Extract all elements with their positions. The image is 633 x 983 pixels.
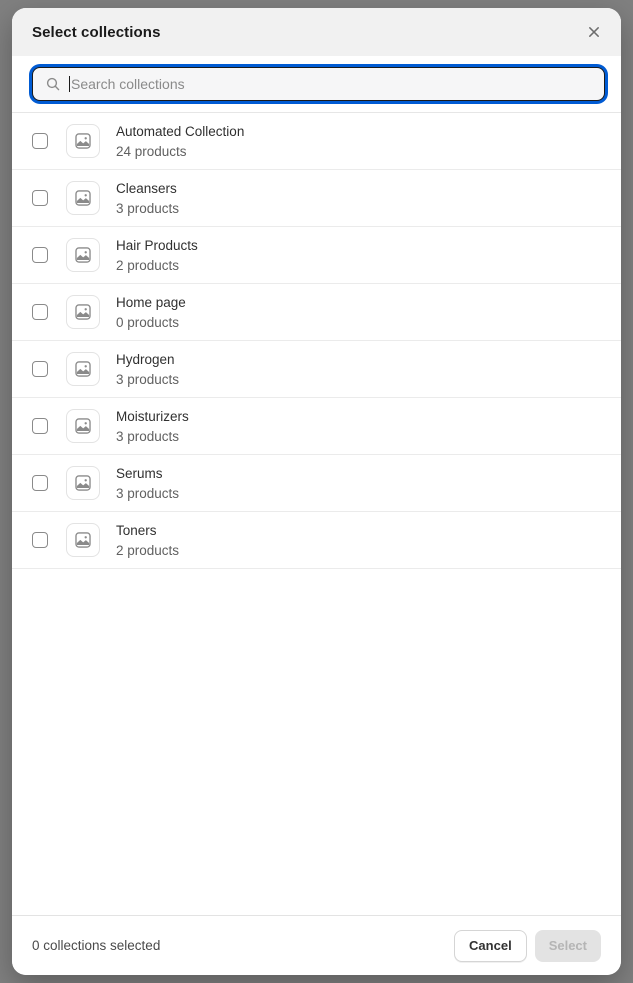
list-item-text: Toners 2 products bbox=[116, 522, 179, 559]
image-placeholder-icon bbox=[66, 352, 100, 386]
list-item-subtitle: 24 products bbox=[116, 143, 187, 159]
list-item-text: Moisturizers 3 products bbox=[116, 408, 189, 445]
list-item[interactable]: Moisturizers 3 products bbox=[12, 398, 621, 455]
list-item-subtitle: 3 products bbox=[116, 200, 180, 216]
list-item[interactable]: Home page 0 products bbox=[12, 284, 621, 341]
list-item-title: Automated Collection bbox=[116, 123, 245, 139]
search-input[interactable] bbox=[71, 68, 592, 100]
list-item-subtitle: 0 products bbox=[116, 314, 180, 330]
list-item-text: Hydrogen 3 products bbox=[116, 351, 179, 388]
image-placeholder-icon bbox=[66, 181, 100, 215]
list-item-text: Cleansers 3 products bbox=[116, 180, 179, 217]
row-checkbox[interactable] bbox=[32, 361, 48, 377]
row-checkbox[interactable] bbox=[32, 304, 48, 320]
list-item-title: Moisturizers bbox=[116, 408, 189, 424]
list-item-text: Home page 0 products bbox=[116, 294, 186, 331]
select-collections-modal: Select collections Search collections Au… bbox=[12, 8, 621, 975]
image-placeholder-icon bbox=[66, 466, 100, 500]
row-checkbox[interactable] bbox=[32, 133, 48, 149]
row-checkbox[interactable] bbox=[32, 190, 48, 206]
cancel-button[interactable]: Cancel bbox=[454, 929, 527, 962]
list-item-title: Cleansers bbox=[116, 180, 177, 196]
image-placeholder-icon bbox=[66, 124, 100, 158]
row-checkbox[interactable] bbox=[32, 475, 48, 491]
image-placeholder-icon bbox=[66, 295, 100, 329]
modal-header: Select collections bbox=[12, 8, 621, 56]
modal-footer: 0 collections selected Cancel Select bbox=[12, 915, 621, 975]
close-icon bbox=[586, 24, 602, 40]
search-field[interactable] bbox=[32, 67, 605, 101]
select-button[interactable]: Select bbox=[534, 929, 601, 962]
text-caret bbox=[69, 76, 70, 92]
row-checkbox[interactable] bbox=[32, 247, 48, 263]
list-item[interactable]: Hair Products 2 products bbox=[12, 227, 621, 284]
list-item-text: Hair Products 2 products bbox=[116, 237, 198, 274]
list-item-subtitle: 3 products bbox=[116, 428, 180, 444]
list-item-text: Serums 3 products bbox=[116, 465, 179, 502]
list-item[interactable]: Hydrogen 3 products bbox=[12, 341, 621, 398]
list-item-title: Serums bbox=[116, 465, 163, 481]
collections-list[interactable]: Automated Collection 24 products Cleanse… bbox=[12, 113, 621, 915]
page-title: Select collections bbox=[32, 23, 161, 41]
image-placeholder-icon bbox=[66, 523, 100, 557]
search-icon bbox=[45, 76, 61, 92]
list-item[interactable]: Cleansers 3 products bbox=[12, 170, 621, 227]
list-item-subtitle: 3 products bbox=[116, 371, 180, 387]
list-item-title: Hydrogen bbox=[116, 351, 175, 367]
list-item-subtitle: 2 products bbox=[116, 542, 180, 558]
list-item-text: Automated Collection 24 products bbox=[116, 123, 244, 160]
list-item-subtitle: 3 products bbox=[116, 485, 180, 501]
image-placeholder-icon bbox=[66, 409, 100, 443]
row-checkbox[interactable] bbox=[32, 532, 48, 548]
footer-actions: Cancel Select bbox=[454, 929, 601, 962]
row-checkbox[interactable] bbox=[32, 418, 48, 434]
list-item-subtitle: 2 products bbox=[116, 257, 180, 273]
list-item[interactable]: Toners 2 products bbox=[12, 512, 621, 569]
list-item-title: Home page bbox=[116, 294, 186, 310]
list-item[interactable]: Serums 3 products bbox=[12, 455, 621, 512]
selection-status: 0 collections selected bbox=[32, 938, 161, 953]
close-button[interactable] bbox=[579, 17, 609, 47]
search-section bbox=[12, 56, 621, 113]
list-item[interactable]: Automated Collection 24 products bbox=[12, 113, 621, 170]
list-item-title: Hair Products bbox=[116, 237, 198, 253]
image-placeholder-icon bbox=[66, 238, 100, 272]
list-item-title: Toners bbox=[116, 522, 157, 538]
